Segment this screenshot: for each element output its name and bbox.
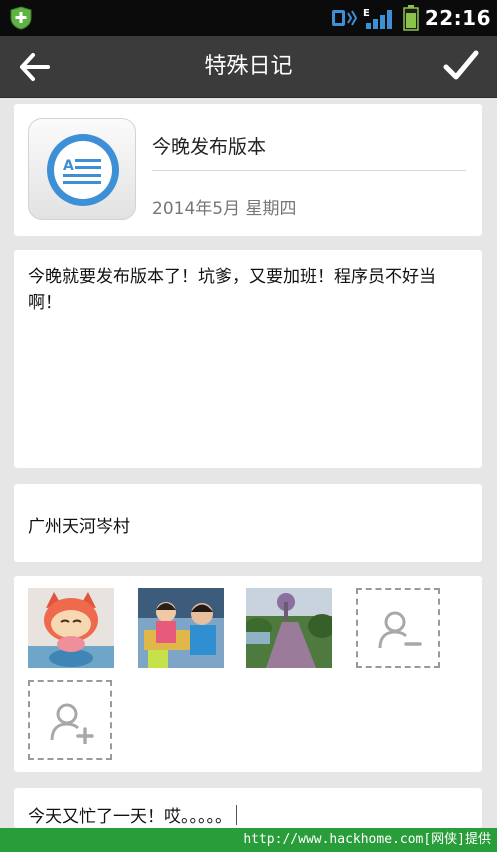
photo-kids-icon [138, 588, 224, 668]
diary-icon[interactable]: A [28, 118, 136, 220]
document-icon: A [47, 134, 119, 206]
remove-photo-button[interactable] [356, 588, 440, 668]
photo-cat-doll-icon [28, 588, 114, 668]
photo-park-icon [246, 588, 332, 668]
photo-thumbnail[interactable] [138, 588, 224, 668]
signal-icon: E [363, 8, 392, 29]
photos-card [14, 576, 482, 772]
status-time: 22:16 [424, 6, 491, 30]
remove-person-icon [378, 611, 422, 649]
svg-text:A: A [63, 158, 74, 174]
vibrate-icon [331, 10, 357, 26]
next-entry-card[interactable]: 今天又忙了一天！哎。。。。。 [14, 788, 482, 828]
shield-icon [10, 6, 32, 30]
battery-icon [403, 5, 419, 31]
next-entry-text[interactable]: 今天又忙了一天！哎。。。。。 [28, 802, 237, 827]
status-bar: E 22:16 [0, 0, 497, 36]
title-bar: 特殊日记 [0, 36, 497, 98]
location-text[interactable]: 广州天河岑村 [28, 512, 130, 537]
photo-thumbnail[interactable] [246, 588, 332, 668]
page-title: 特殊日记 [204, 54, 293, 79]
svg-text:E: E [363, 8, 370, 19]
diary-title[interactable]: 今晚发布版本 [152, 132, 266, 159]
diary-content-card[interactable]: 今晚就要发布版本了！坑爹，又要加班！程序员不好当啊！ [14, 250, 482, 468]
divider [152, 170, 466, 171]
diary-header-card: A 今晚发布版本 2014年5月 星期四 [14, 104, 482, 236]
watermark: http://www.hackhome.com[网侠]提供 [0, 828, 497, 852]
diary-content-text[interactable]: 今晚就要发布版本了！坑爹，又要加班！程序员不好当啊！ [28, 264, 468, 316]
photo-thumbnail[interactable] [28, 588, 114, 668]
checkmark-icon[interactable] [443, 48, 479, 84]
add-person-icon [50, 703, 94, 744]
add-photo-button[interactable] [28, 680, 112, 760]
text-cursor [236, 805, 237, 825]
diary-date[interactable]: 2014年5月 星期四 [152, 194, 296, 219]
location-card[interactable]: 广州天河岑村 [14, 484, 482, 562]
